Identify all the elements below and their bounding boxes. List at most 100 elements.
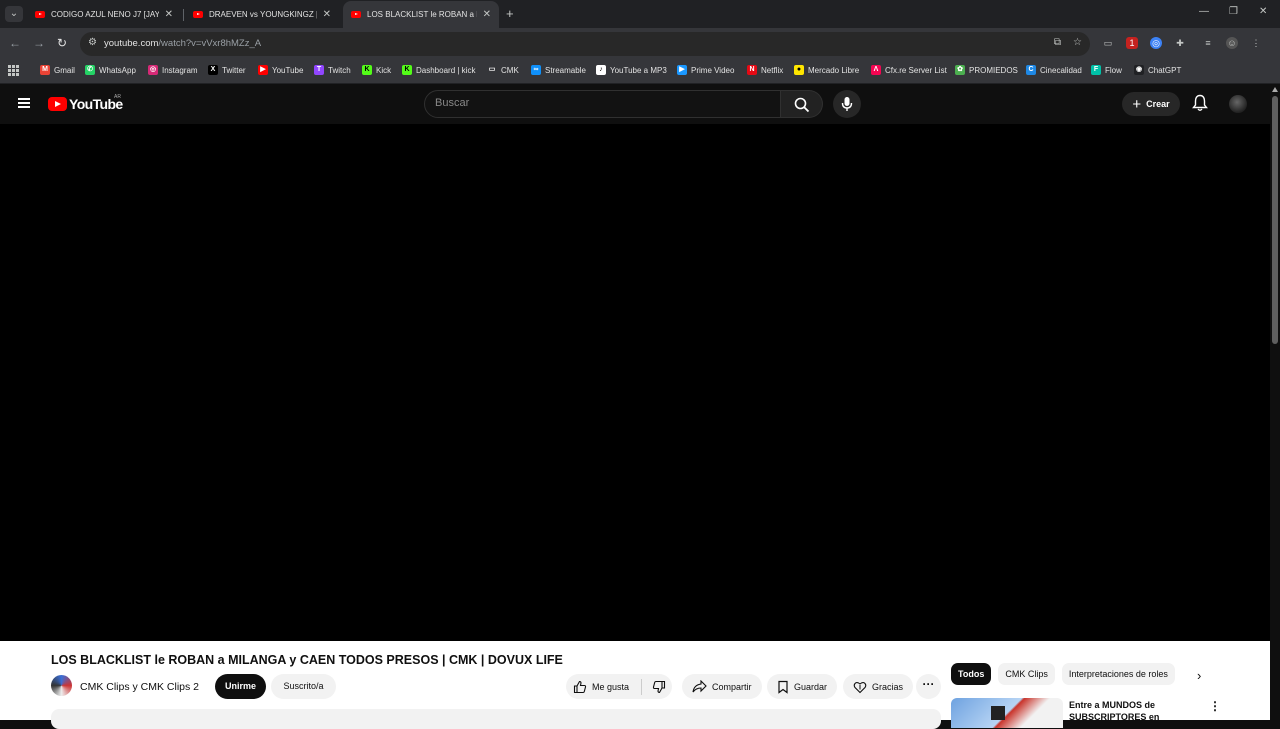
bookmark-item[interactable]: N Netflix <box>747 65 783 75</box>
bookmark-item[interactable]: ∞ Streamable <box>531 65 586 75</box>
channel-name[interactable]: CMK Clips y CMK Clips 2 <box>80 681 199 693</box>
extensions-puzzle-icon[interactable]: ✚ <box>1174 37 1186 49</box>
address-bar[interactable]: ⚙ youtube.com/watch?v=vVxr8hMZz_A ⧉ ☆ <box>80 32 1090 56</box>
bookmark-label: Streamable <box>545 65 586 75</box>
close-tab-icon[interactable]: ✕ <box>165 9 173 20</box>
super-thanks-heart-icon <box>853 681 867 693</box>
bookmark-item[interactable]: F Flow <box>1091 65 1122 75</box>
hamburger-menu-icon[interactable] <box>18 98 30 108</box>
like-button[interactable]: Me gusta <box>566 674 636 699</box>
media-control-icon[interactable]: ≡ <box>1202 37 1214 49</box>
video-title: LOS BLACKLIST le ROBAN a MILANGA y CAEN … <box>51 653 563 667</box>
bookmark-favicon-icon: T <box>314 65 324 75</box>
bookmark-favicon-icon: ✿ <box>955 65 965 75</box>
plus-icon: + <box>1132 95 1142 113</box>
more-actions-icon[interactable]: ··· <box>916 674 941 699</box>
search-input[interactable] <box>435 97 765 109</box>
profile-icon[interactable]: ☺ <box>1226 37 1238 49</box>
bookmark-favicon-icon: C <box>1026 65 1036 75</box>
extension-badge-icon[interactable]: 1 <box>1126 37 1138 49</box>
bookmark-label: Twitch <box>328 65 351 75</box>
browser-menu-icon[interactable]: ⋮ <box>1250 37 1262 49</box>
close-tab-icon[interactable]: ✕ <box>323 9 331 20</box>
scroll-up-arrow-icon[interactable] <box>1272 87 1278 92</box>
bookmark-item[interactable]: Λ Cfx.re Server List <box>871 65 947 75</box>
bookmark-item[interactable]: T Twitch <box>314 65 351 75</box>
tab-search-button[interactable]: ⌄ <box>5 6 23 22</box>
chip-cmk-clips[interactable]: CMK Clips <box>998 663 1055 685</box>
bookmark-item[interactable]: ▭ CMK <box>487 65 519 75</box>
bookmark-item[interactable]: K Kick <box>362 65 391 75</box>
recommended-video-thumbnail[interactable] <box>951 698 1063 728</box>
bookmark-favicon-icon: Λ <box>871 65 881 75</box>
chip-todos[interactable]: Todos <box>951 663 992 685</box>
extension-screen-icon[interactable]: ▭ <box>1102 37 1114 49</box>
restore-window-icon[interactable]: ❐ <box>1229 6 1238 17</box>
thumbs-down-icon <box>653 680 666 693</box>
chip-interpretaciones-de-roles[interactable]: Interpretaciones de roles <box>1061 663 1175 685</box>
bookmark-item[interactable]: ▶ Prime Video <box>677 65 734 75</box>
voice-search-button[interactable] <box>833 90 861 118</box>
share-button[interactable]: Compartir <box>682 674 762 699</box>
bookmark-item[interactable]: ◎ Instagram <box>148 65 198 75</box>
reload-icon[interactable]: ↻ <box>57 36 67 50</box>
close-window-icon[interactable]: ✕ <box>1259 6 1267 17</box>
page-scrollbar[interactable] <box>1270 84 1280 720</box>
install-app-icon[interactable]: ⧉ <box>1054 37 1061 48</box>
bookmark-item[interactable]: M Gmail <box>40 65 75 75</box>
bookmark-label: Cfx.re Server List <box>885 65 947 75</box>
thanks-button[interactable]: Gracias <box>843 674 914 699</box>
minimize-window-icon[interactable]: — <box>1199 6 1209 17</box>
browser-tab-3-active[interactable]: LOS BLACKLIST le ROBAN a MIL ✕ <box>343 1 499 28</box>
site-info-icon[interactable]: ⚙ <box>88 37 97 48</box>
video-player[interactable] <box>0 124 1270 641</box>
youtube-logo[interactable]: YouTube AR <box>48 94 123 112</box>
microphone-icon <box>841 97 853 111</box>
join-button[interactable]: Unirme <box>215 674 266 699</box>
subscribed-button[interactable]: Suscrito/a <box>271 674 336 699</box>
bookmark-item[interactable]: X Twitter <box>208 65 246 75</box>
back-arrow-icon[interactable]: ← <box>9 36 21 50</box>
notifications-bell-icon[interactable] <box>1192 94 1208 112</box>
forward-arrow-icon[interactable]: → <box>33 36 45 50</box>
bookmark-item[interactable]: ● Mercado Libre <box>794 65 859 75</box>
youtube-play-logo-icon <box>48 97 67 111</box>
description-box[interactable] <box>51 709 941 729</box>
bookmark-item[interactable]: K Dashboard | kick <box>402 65 475 75</box>
close-tab-icon[interactable]: ✕ <box>483 9 491 20</box>
extension-circle-icon[interactable]: ◎ <box>1150 37 1162 49</box>
bookmark-item[interactable]: ✆ WhatsApp <box>85 65 136 75</box>
bookmark-favicon-icon: N <box>747 65 757 75</box>
bookmark-label: Netflix <box>761 65 784 75</box>
bookmark-item[interactable]: C Cinecalidad <box>1026 65 1082 75</box>
bookmark-favicon-icon: ◉ <box>1134 65 1144 75</box>
bookmark-item[interactable]: ◉ ChatGPT <box>1134 65 1181 75</box>
apps-grid-icon[interactable] <box>8 65 19 76</box>
bookmark-star-icon[interactable]: ☆ <box>1073 37 1082 48</box>
bookmark-item[interactable]: ✿ PROMIEDOS <box>955 65 1018 75</box>
search-button[interactable] <box>781 90 823 118</box>
account-avatar[interactable] <box>1229 95 1247 113</box>
channel-avatar[interactable] <box>51 675 72 696</box>
recommended-video-menu-icon[interactable]: ⋮ <box>1209 699 1221 713</box>
save-button[interactable]: Guardar <box>767 674 838 699</box>
browser-tab-2[interactable]: DRAEVEN vs YOUNGKINGZ | RE ✕ <box>185 1 339 28</box>
create-button[interactable]: + Crear <box>1122 92 1180 116</box>
dislike-button[interactable] <box>647 674 672 699</box>
browser-tab-1[interactable]: CODIGO AZUL NENO J7 [JAY-SE ✕ <box>27 1 181 28</box>
youtube-header: YouTube AR + Crear <box>0 84 1270 124</box>
bookmark-favicon-icon: ▶ <box>677 65 687 75</box>
bookmark-item[interactable]: ▶ YouTube <box>258 65 303 75</box>
url-text[interactable]: youtube.com/watch?v=vVxr8hMZz_A <box>104 38 261 49</box>
scrollbar-thumb[interactable] <box>1272 96 1278 344</box>
bookmark-label: YouTube <box>272 65 304 75</box>
chevron-right-icon[interactable]: › <box>1197 668 1201 683</box>
browser-toolbar: ← → ↻ ⚙ youtube.com/watch?v=vVxr8hMZz_A … <box>0 28 1280 60</box>
create-label: Crear <box>1146 99 1170 109</box>
youtube-favicon-icon <box>193 11 203 18</box>
new-tab-icon[interactable]: + <box>506 6 514 21</box>
bookmark-item[interactable]: ♪ YouTube a MP3 <box>596 65 667 75</box>
thanks-label: Gracias <box>872 681 904 692</box>
bookmark-label: Mercado Libre <box>808 65 860 75</box>
recommended-video-title[interactable]: Entre a MUNDOS de SUBSCRIPTORES en <box>1069 699 1189 723</box>
